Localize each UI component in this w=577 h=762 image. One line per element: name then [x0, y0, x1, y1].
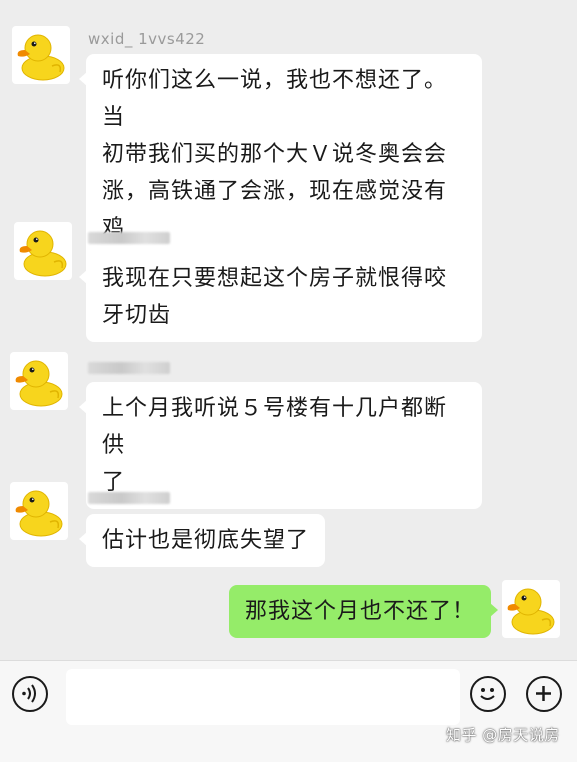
message-line: 我现在只要想起这个房子就恨得咬	[102, 266, 448, 291]
rubber-duck-avatar-icon	[14, 222, 72, 280]
avatar[interactable]	[10, 482, 68, 540]
message-line: 牙切齿	[102, 303, 172, 328]
message-bubble[interactable]: 估计也是彻底失望了	[79, 514, 326, 567]
bubble-tail	[79, 532, 87, 546]
rubber-duck-avatar-icon	[10, 352, 68, 410]
message-line: 那我这个月也不还了！	[244, 599, 475, 624]
bubble-tail	[79, 270, 87, 284]
bubble-tail	[490, 603, 498, 617]
rubber-duck-avatar-icon	[12, 26, 70, 84]
plus-icon	[536, 686, 551, 701]
avatar[interactable]	[14, 222, 72, 280]
avatar-self[interactable]	[502, 580, 560, 638]
message-line: 上个月我听说５号楼有十几户都断供	[102, 396, 448, 458]
message-input[interactable]	[66, 669, 460, 725]
bubble-tail	[79, 72, 87, 86]
message-line: 听你们这么一说，我也不想还了。当	[102, 68, 448, 130]
avatar[interactable]	[10, 352, 68, 410]
input-bar	[0, 660, 577, 762]
bubble-tail	[79, 400, 87, 414]
message-bubble[interactable]: 上个月我听说５号楼有十几户都断供 了	[79, 382, 482, 509]
message-bubble-self[interactable]: 那我这个月也不还了！	[228, 585, 498, 638]
rubber-duck-avatar-icon	[502, 580, 560, 638]
chat-area: wxid_ 1vvs422 听你们这么一说，我也不想还了。当 初带我们买的那个大…	[0, 0, 577, 660]
sender-name-blurred	[88, 362, 170, 374]
sender-name-blurred	[88, 232, 170, 244]
message-line: 初带我们买的那个大Ｖ说冬奥会会	[102, 142, 448, 167]
voice-button[interactable]	[12, 676, 48, 712]
emoji-button[interactable]	[470, 676, 506, 712]
message-line: 估计也是彻底失望了	[102, 528, 310, 553]
sender-name: wxid_ 1vvs422	[88, 30, 206, 48]
watermark: 知乎 @房天说房	[446, 726, 560, 744]
sender-name-blurred	[88, 492, 170, 504]
message-bubble[interactable]: 我现在只要想起这个房子就恨得咬 牙切齿	[79, 252, 482, 342]
emoji-icon	[480, 688, 495, 700]
plus-button[interactable]	[526, 676, 562, 712]
voice-icon	[22, 684, 36, 703]
rubber-duck-avatar-icon	[10, 482, 68, 540]
avatar[interactable]	[12, 26, 70, 84]
